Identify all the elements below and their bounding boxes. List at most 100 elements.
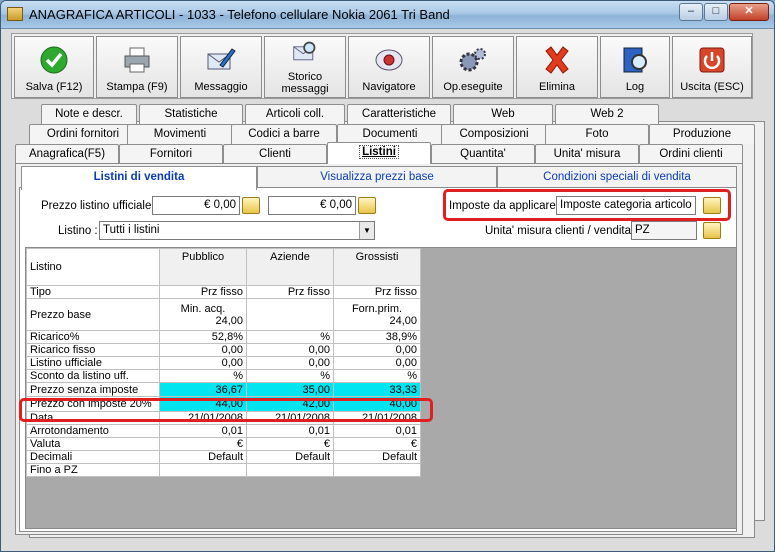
grid-cell[interactable]: Default bbox=[333, 450, 421, 464]
minimize-button[interactable]: ‒ bbox=[679, 3, 703, 21]
navigator-label: Navigatore bbox=[362, 81, 416, 93]
grid-cell[interactable]: € bbox=[246, 437, 334, 451]
tab-label: Articoli coll. bbox=[265, 108, 325, 120]
tab-label: Ordini clienti bbox=[659, 148, 723, 160]
grid-cell[interactable]: 0,00 bbox=[333, 356, 421, 370]
navigator-button[interactable]: Navigatore bbox=[348, 36, 430, 98]
grid-cell[interactable]: 40,00 bbox=[333, 396, 421, 412]
grid-cell[interactable]: 21/01/2008 bbox=[333, 411, 421, 425]
table-row: Listino ufficiale 0,00 0,00 0,00 bbox=[26, 356, 421, 370]
listino-select[interactable]: Tutti i listini ▼ bbox=[99, 221, 375, 240]
grid-cell[interactable]: Prz fisso bbox=[333, 285, 421, 299]
folder-icon[interactable] bbox=[703, 197, 721, 214]
save-button[interactable]: Salva (F12) bbox=[14, 36, 94, 98]
message-button[interactable]: Messaggio bbox=[180, 36, 262, 98]
log-button[interactable]: Log bbox=[600, 36, 670, 98]
grid-cell[interactable]: Prz fisso bbox=[246, 285, 334, 299]
grid-cell[interactable]: 0,01 bbox=[333, 424, 421, 438]
grid-cell[interactable] bbox=[333, 463, 421, 477]
grid-cell[interactable]: % bbox=[246, 330, 334, 344]
tab-composizioni[interactable]: Composizioni bbox=[441, 124, 547, 144]
grid-cell[interactable] bbox=[159, 463, 247, 477]
operations-button[interactable]: Op.eseguite bbox=[432, 36, 514, 98]
tab-articoli-coll[interactable]: Articoli coll. bbox=[245, 104, 345, 124]
grid-header-col[interactable]: Aziende bbox=[246, 248, 334, 286]
delete-button[interactable]: Elimina bbox=[516, 36, 598, 98]
subtab-visualizza-prezzi-base[interactable]: Visualizza prezzi base bbox=[257, 166, 497, 188]
tab-label: Documenti bbox=[362, 128, 418, 140]
grid-cell[interactable]: Prz fisso bbox=[159, 285, 247, 299]
tab-unita-misura[interactable]: Unita' misura bbox=[535, 144, 639, 164]
tab-codici-a-barre[interactable]: Codici a barre bbox=[231, 124, 337, 144]
grid-cell[interactable]: Default bbox=[246, 450, 334, 464]
folder-icon[interactable] bbox=[703, 222, 721, 239]
tab-quantita[interactable]: Quantita' bbox=[431, 144, 535, 164]
tab-ordini-clienti[interactable]: Ordini clienti bbox=[639, 144, 743, 164]
tab-produzione[interactable]: Produzione bbox=[649, 124, 755, 144]
tab-web[interactable]: Web bbox=[453, 104, 553, 124]
maximize-button[interactable]: □ bbox=[704, 3, 728, 21]
unita-misura-field[interactable]: PZ bbox=[631, 221, 697, 240]
tab-ordini-fornitori[interactable]: Ordini fornitori bbox=[29, 124, 137, 144]
tab-note-descr[interactable]: Note e descr. bbox=[41, 104, 137, 124]
grid-header-col[interactable]: Grossisti bbox=[333, 248, 421, 286]
prezzo-listino-label: Prezzo listino ufficiale : bbox=[41, 200, 158, 212]
grid-cell[interactable]: % bbox=[159, 369, 247, 383]
grid-cell[interactable]: 38,9% bbox=[333, 330, 421, 344]
print-button[interactable]: Stampa (F9) bbox=[96, 36, 178, 98]
grid-cell[interactable]: Default bbox=[159, 450, 247, 464]
grid-cell[interactable]: 36,67 bbox=[159, 382, 247, 397]
grid-cell[interactable]: 0,00 bbox=[246, 356, 334, 370]
tab-anagrafica[interactable]: Anagrafica(F5) bbox=[15, 144, 119, 164]
subtab-condizioni-speciali[interactable]: Condizioni speciali di vendita bbox=[497, 166, 737, 188]
exit-button[interactable]: Uscita (ESC) bbox=[672, 36, 752, 98]
grid-cell[interactable]: 33,33 bbox=[333, 382, 421, 397]
grid-cell[interactable]: Min. acq. 24,00 bbox=[159, 298, 247, 331]
prezzo-listino-field-2[interactable]: € 0,00 bbox=[268, 196, 356, 215]
chevron-down-icon[interactable]: ▼ bbox=[359, 222, 374, 239]
tab-label: Ordini fornitori bbox=[46, 128, 120, 140]
tab-listini[interactable]: Listini bbox=[327, 142, 431, 164]
tab-documenti[interactable]: Documenti bbox=[337, 124, 443, 144]
grid-cell[interactable]: € bbox=[333, 437, 421, 451]
grid-cell[interactable]: Forn.prim. 24,00 bbox=[333, 298, 421, 331]
imposte-field[interactable]: Imposte categoria articolo bbox=[556, 196, 696, 215]
tab-foto[interactable]: Foto bbox=[545, 124, 649, 144]
grid-cell[interactable]: 21/01/2008 bbox=[159, 411, 247, 425]
tab-caratteristiche[interactable]: Caratteristiche bbox=[347, 104, 451, 124]
grid-cell[interactable]: % bbox=[333, 369, 421, 383]
grid-cell[interactable]: 0,00 bbox=[246, 343, 334, 357]
grid-cell[interactable]: 0,00 bbox=[333, 343, 421, 357]
grid-cell[interactable]: 0,01 bbox=[246, 424, 334, 438]
tab-fornitori[interactable]: Fornitori bbox=[119, 144, 223, 164]
prezzo-listino-field-1[interactable]: € 0,00 bbox=[152, 196, 240, 215]
grid-cell[interactable]: 35,00 bbox=[246, 382, 334, 397]
folder-icon[interactable] bbox=[358, 197, 376, 214]
grid-cell[interactable] bbox=[246, 298, 334, 331]
grid-cell[interactable]: % bbox=[246, 369, 334, 383]
operations-label: Op.eseguite bbox=[443, 81, 503, 93]
grid-cell[interactable]: 0,01 bbox=[159, 424, 247, 438]
grid-header-col[interactable]: Pubblico bbox=[159, 248, 247, 286]
grid-cell[interactable] bbox=[246, 463, 334, 477]
grid-cell[interactable]: 0,00 bbox=[159, 356, 247, 370]
tab-movimenti[interactable]: Movimenti bbox=[127, 124, 233, 144]
app-icon bbox=[7, 7, 23, 21]
subtab-listini-vendita[interactable]: Listini di vendita bbox=[21, 166, 257, 190]
grid-cell[interactable]: 21/01/2008 bbox=[246, 411, 334, 425]
grid-cell[interactable]: 52,8% bbox=[159, 330, 247, 344]
tab-clienti[interactable]: Clienti bbox=[223, 144, 327, 164]
title-bar[interactable]: ANAGRAFICA ARTICOLI - 1033 - Telefono ce… bbox=[1, 1, 774, 29]
close-button[interactable]: ✕ bbox=[729, 3, 769, 21]
grid-cell[interactable]: € bbox=[159, 437, 247, 451]
check-icon bbox=[40, 46, 68, 74]
table-row: Data 21/01/2008 21/01/2008 21/01/2008 bbox=[26, 411, 421, 425]
folder-icon[interactable] bbox=[242, 197, 260, 214]
message-history-button[interactable]: Storico messaggi bbox=[264, 36, 346, 98]
tab-statistiche[interactable]: Statistiche bbox=[139, 104, 243, 124]
grid-cell[interactable]: 42,00 bbox=[246, 396, 334, 412]
message-label: Messaggio bbox=[194, 81, 248, 93]
grid-cell[interactable]: 44,00 bbox=[159, 396, 247, 412]
grid-cell[interactable]: 0,00 bbox=[159, 343, 247, 357]
tab-web-2[interactable]: Web 2 bbox=[555, 104, 659, 124]
